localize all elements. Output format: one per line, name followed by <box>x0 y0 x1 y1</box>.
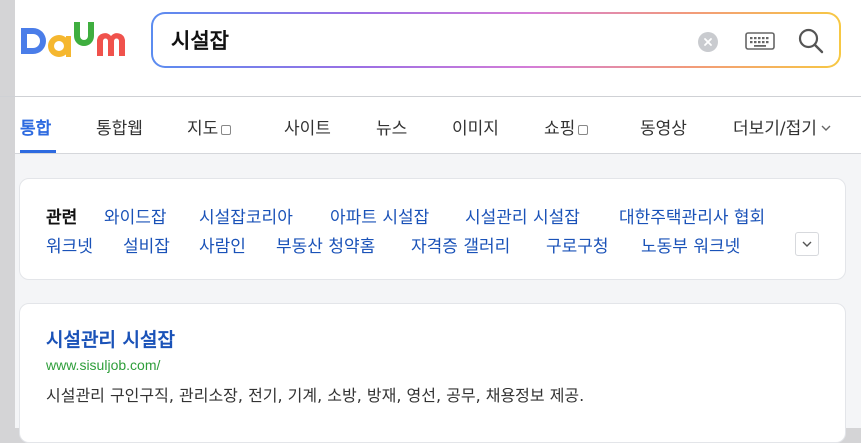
tab-more-label: 더보기/접기 <box>733 119 817 139</box>
tab-shopping-label: 쇼핑 <box>544 119 576 139</box>
page: 통합 통합웹 지도 사이트 뉴스 이미지 쇼핑 동영상 더보기/접기 관련 와이… <box>0 0 861 443</box>
expand-related-button[interactable] <box>795 232 819 256</box>
related-link[interactable]: 사람인 <box>199 232 246 257</box>
daum-logo[interactable] <box>19 20 129 64</box>
active-tab-indicator <box>20 150 56 153</box>
search-icon[interactable] <box>797 27 825 55</box>
related-link[interactable]: 와이드잡 <box>104 203 167 228</box>
search-box <box>151 12 841 68</box>
result-description: 시설관리 구인구직, 관리소장, 전기, 기계, 소방, 방재, 영선, 공무,… <box>46 386 585 405</box>
result-url[interactable]: www.sisuljob.com/ <box>46 357 160 373</box>
new-window-icon <box>221 125 232 135</box>
clear-icon[interactable] <box>698 32 718 52</box>
chevron-down-icon <box>802 241 812 247</box>
related-link[interactable]: 자격증 갤러리 <box>411 232 510 257</box>
tab-news[interactable]: 뉴스 <box>376 114 407 139</box>
related-link[interactable]: 대한주택관리사 협회 <box>619 203 765 228</box>
keyboard-icon[interactable] <box>745 30 775 52</box>
tab-map[interactable]: 지도 <box>187 114 232 139</box>
tab-integrated[interactable]: 통합 <box>20 114 51 139</box>
tab-images[interactable]: 이미지 <box>452 114 499 139</box>
related-link[interactable]: 워크넷 <box>46 232 93 257</box>
related-link[interactable]: 노동부 워크넷 <box>641 232 740 257</box>
related-link[interactable]: 설비잡 <box>123 232 170 257</box>
tab-map-label: 지도 <box>187 119 219 139</box>
search-result: 시설관리 시설잡 www.sisuljob.com/ 시설관리 구인구직, 관리… <box>19 303 846 443</box>
search-input[interactable] <box>171 23 651 57</box>
tab-shopping[interactable]: 쇼핑 <box>544 114 589 139</box>
header: 통합 통합웹 지도 사이트 뉴스 이미지 쇼핑 동영상 더보기/접기 <box>0 0 861 154</box>
tab-site[interactable]: 사이트 <box>284 114 331 139</box>
related-link[interactable]: 시설잡코리아 <box>199 203 293 228</box>
tab-video[interactable]: 동영상 <box>640 114 687 139</box>
tab-more[interactable]: 더보기/접기 <box>733 114 831 139</box>
result-title[interactable]: 시설관리 시설잡 <box>46 325 175 352</box>
search-tabs: 통합 통합웹 지도 사이트 뉴스 이미지 쇼핑 동영상 더보기/접기 <box>15 97 861 154</box>
related-title: 관련 <box>46 208 78 228</box>
new-window-icon <box>578 125 589 135</box>
related-link[interactable]: 부동산 청약홈 <box>276 232 375 257</box>
chevron-down-icon <box>821 125 831 131</box>
related-link[interactable]: 아파트 시설잡 <box>330 203 429 228</box>
related-link[interactable]: 구로구청 <box>546 232 609 257</box>
tab-integrated-web[interactable]: 통합웹 <box>96 114 143 139</box>
related-link[interactable]: 시설관리 시설잡 <box>465 203 580 228</box>
related-searches: 관련 와이드잡 시설잡코리아 아파트 시설잡 시설관리 시설잡 대한주택관리사 … <box>19 178 846 280</box>
